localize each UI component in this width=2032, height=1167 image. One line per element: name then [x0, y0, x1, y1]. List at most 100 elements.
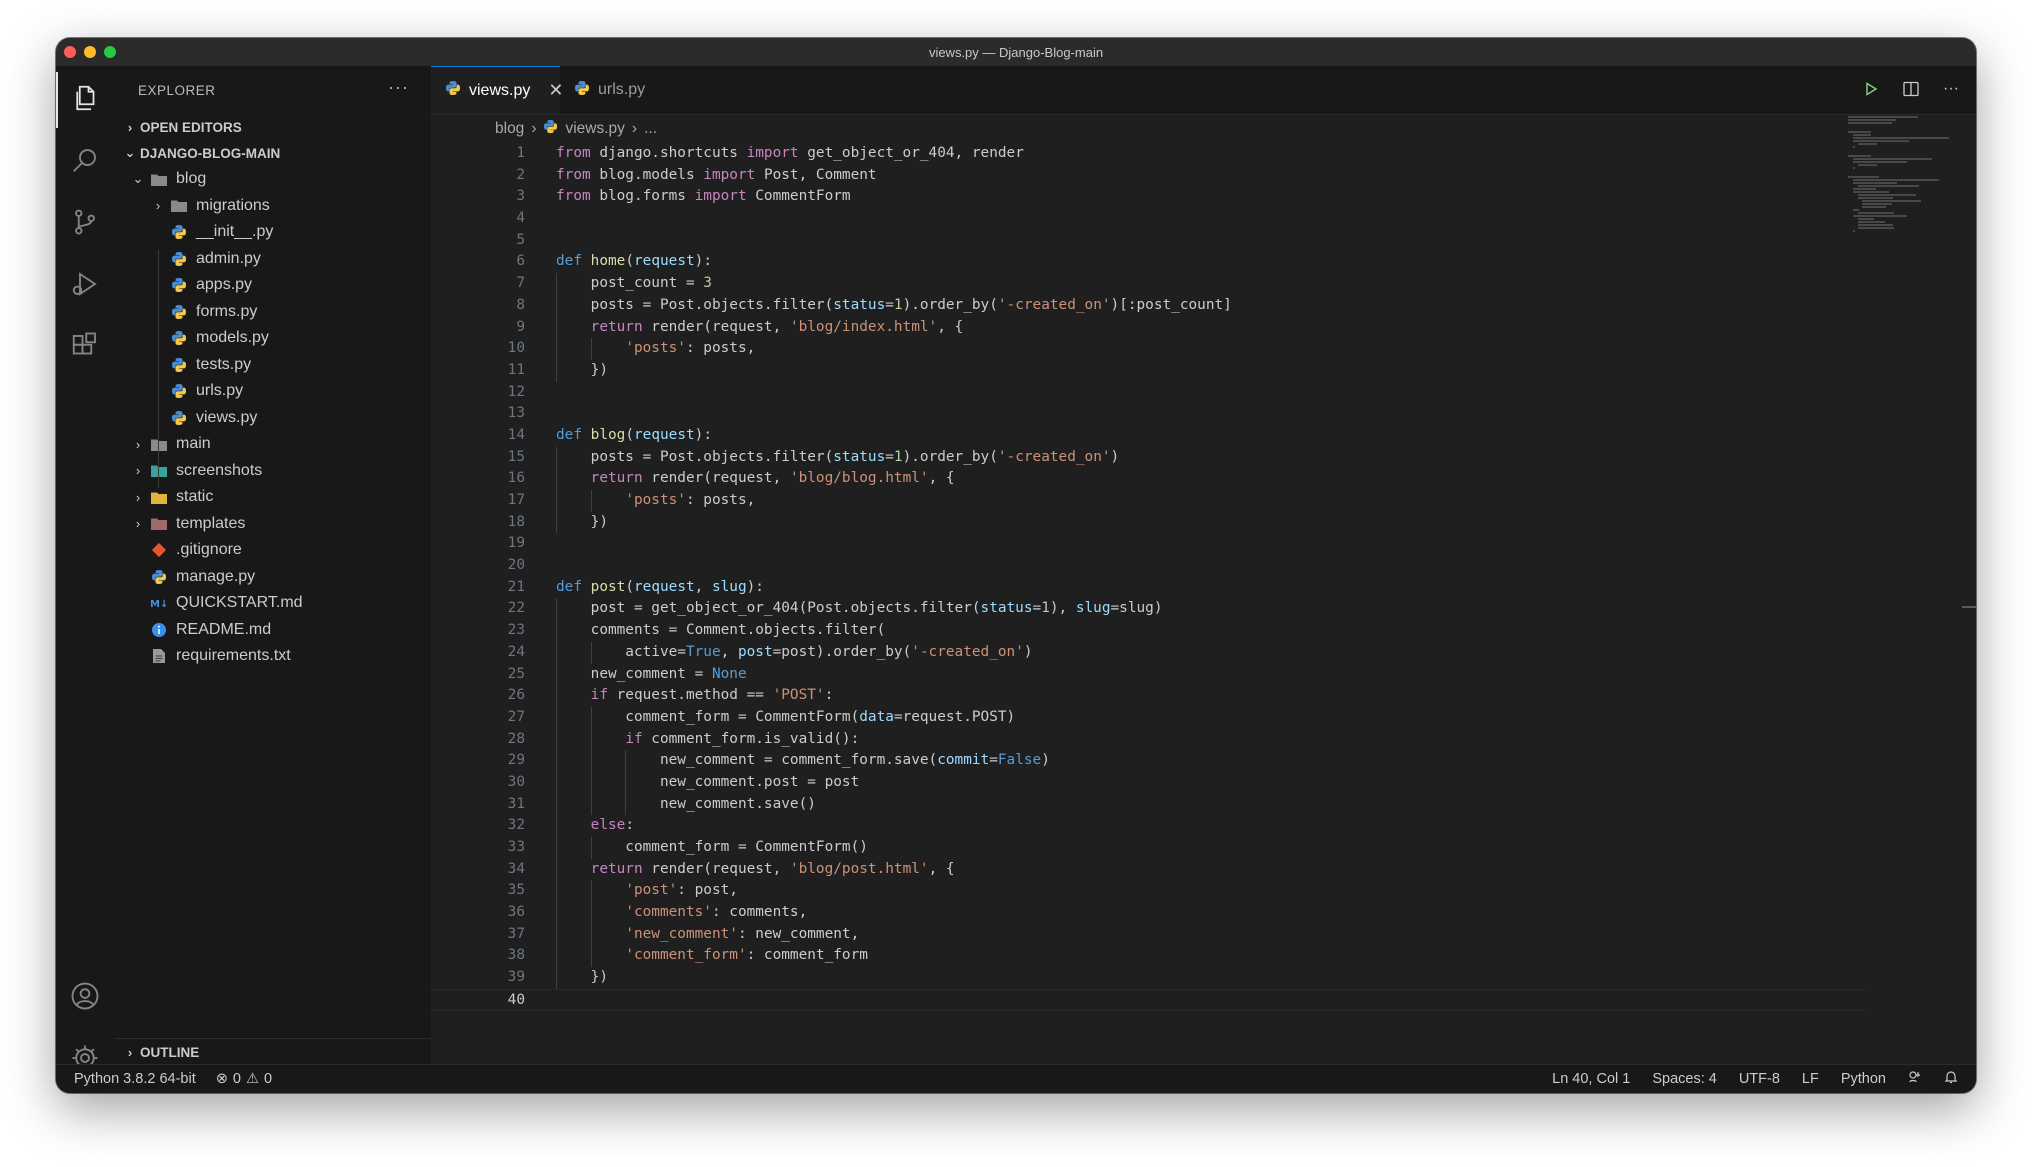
tree-item[interactable]: README.md [114, 617, 431, 644]
code-line[interactable]: 7 post_count = 3 [431, 273, 1866, 295]
tree-item[interactable]: __init__.py [114, 219, 431, 246]
code-line[interactable]: 28 if comment_form.is_valid(): [431, 728, 1866, 751]
minimap-line [1852, 140, 1909, 142]
code-line[interactable]: 25 new_comment = None [431, 663, 1866, 686]
code-line[interactable]: 40 [431, 988, 1866, 1011]
tree-item[interactable]: requirements.txt [114, 643, 431, 670]
code-line[interactable]: 16 return render(request, 'blog/blog.htm… [431, 468, 1866, 490]
tree-item[interactable]: › migrations [114, 193, 431, 220]
outline-section[interactable]: › OUTLINE [114, 1038, 437, 1065]
code-text: 'new_comment': new_comment, [625, 925, 860, 942]
code-line[interactable]: 27 comment_form = CommentForm(data=reque… [431, 706, 1866, 729]
minimap[interactable] [1848, 116, 1958, 232]
tree-item[interactable]: › main [114, 431, 431, 458]
code-line[interactable]: 36 'comments': comments, [431, 902, 1866, 924]
tree-item[interactable]: › templates [114, 511, 431, 538]
code-line[interactable]: 26 if request.method == 'POST': [431, 685, 1866, 707]
code-line[interactable]: 32 else: [431, 815, 1866, 837]
feedback-icon[interactable] [1908, 1070, 1922, 1088]
project-section[interactable]: ⌄ DJANGO-BLOG-MAIN [114, 140, 431, 166]
close-window-button[interactable] [64, 46, 76, 58]
code-line[interactable]: 35 'post': post, [431, 880, 1866, 903]
code-line[interactable]: 31 new_comment.save() [431, 793, 1866, 816]
run-debug-button[interactable] [56, 258, 114, 314]
indent-guide [556, 728, 557, 751]
tree-item[interactable]: ⌄ blog [114, 166, 431, 193]
problems-indicator[interactable]: ⊗ 0 ⚠ 0 [216, 1071, 272, 1087]
minimize-window-button[interactable] [84, 46, 96, 58]
code-line[interactable]: 18 }) [431, 511, 1866, 534]
open-editors-section[interactable]: › OPEN EDITORS [114, 114, 431, 140]
line-ending[interactable]: LF [1802, 1071, 1819, 1087]
code-line[interactable]: 24 active=True, post=post).order_by('-cr… [431, 641, 1866, 664]
breadcrumb-more[interactable]: ... [644, 120, 657, 138]
code-line[interactable]: 12 [431, 382, 1866, 404]
breadcrumb-file[interactable]: views.py [565, 120, 624, 138]
code-line[interactable]: 37 'new_comment': new_comment, [431, 923, 1866, 946]
code-line[interactable]: 30 new_comment.post = post [431, 771, 1866, 794]
tree-item[interactable]: .gitignore [114, 537, 431, 564]
notifications-bell-icon[interactable] [1944, 1070, 1958, 1088]
tree-item[interactable]: tests.py [114, 352, 431, 379]
explorer-button[interactable] [56, 72, 114, 128]
code-line[interactable]: 2 from blog.models import Post, Comment [431, 165, 1866, 187]
tree-item[interactable]: › static [114, 484, 431, 511]
split-editor-icon[interactable] [1900, 78, 1922, 100]
tree-item[interactable]: views.py [114, 405, 431, 432]
code-line[interactable]: 8 posts = Post.objects.filter(status=1).… [431, 294, 1866, 317]
code-line[interactable]: 38 'comment_form': comment_form [431, 945, 1866, 968]
code-line[interactable]: 15 posts = Post.objects.filter(status=1)… [431, 446, 1866, 469]
run-icon[interactable] [1860, 78, 1882, 100]
code-line[interactable]: 1 from django.shortcuts import get_object… [431, 143, 1866, 165]
tree-item-label: forms.py [196, 302, 258, 320]
tree-item[interactable]: manage.py [114, 564, 431, 591]
tree-item[interactable]: models.py [114, 325, 431, 352]
code-line[interactable]: 22 post = get_object_or_404(Post.objects… [431, 598, 1866, 621]
tree-item[interactable]: › screenshots [114, 458, 431, 485]
tab-urls-py[interactable]: urls.py [560, 66, 689, 114]
code-line[interactable]: 9 return render(request, 'blog/index.htm… [431, 316, 1866, 339]
search-button[interactable] [56, 134, 114, 190]
accounts-button[interactable] [56, 970, 114, 1026]
language-mode[interactable]: Python [1841, 1071, 1886, 1087]
code-line[interactable]: 5 [431, 230, 1866, 252]
code-line[interactable]: 13 [431, 403, 1866, 425]
code-line[interactable]: 3 from blog.forms import CommentForm [431, 186, 1866, 208]
indentation[interactable]: Spaces: 4 [1652, 1071, 1717, 1087]
source-control-button[interactable] [56, 196, 114, 252]
code-line[interactable]: 19 [431, 533, 1866, 555]
tree-item[interactable]: apps.py [114, 272, 431, 299]
extensions-button[interactable] [56, 320, 114, 376]
code-line[interactable]: 17 'posts': posts, [431, 490, 1866, 512]
line-number: 29 [507, 752, 525, 769]
code-line[interactable]: 34 return render(request, 'blog/post.htm… [431, 858, 1866, 881]
scrollbar-thumb[interactable] [1962, 606, 1976, 608]
tree-item[interactable]: urls.py [114, 378, 431, 405]
tab-views-py[interactable]: views.py ✕ [431, 66, 563, 114]
python-interpreter[interactable]: Python 3.8.2 64-bit [74, 1071, 196, 1087]
code-line[interactable]: 29 new_comment = comment_form.save(commi… [431, 750, 1866, 772]
code-line[interactable]: 20 [431, 555, 1866, 577]
tree-item[interactable]: admin.py [114, 246, 431, 273]
title-bar: views.py — Django-Blog-main [56, 38, 1976, 66]
more-actions-icon[interactable]: ··· [1940, 78, 1962, 100]
minimap-line [1857, 194, 1917, 196]
tree-item[interactable]: forms.py [114, 299, 431, 326]
code-line[interactable]: 6 def home(request): [431, 251, 1866, 273]
breadcrumb-folder[interactable]: blog [495, 120, 524, 138]
code-line[interactable]: 21 def post(request, slug): [431, 577, 1866, 599]
encoding[interactable]: UTF-8 [1739, 1071, 1780, 1087]
code-line[interactable]: 39 }) [431, 967, 1866, 989]
zoom-window-button[interactable] [104, 46, 116, 58]
explorer-more-actions[interactable]: ··· [388, 77, 409, 98]
code-line[interactable]: 23 comments = Comment.objects.filter( [431, 620, 1866, 642]
tree-item[interactable]: M↓ QUICKSTART.md [114, 590, 431, 617]
code-line[interactable]: 10 'posts': posts, [431, 338, 1866, 360]
indent-guide [556, 771, 557, 794]
code-line[interactable]: 14 def blog(request): [431, 425, 1866, 447]
cursor-position[interactable]: Ln 40, Col 1 [1552, 1071, 1630, 1087]
code-line[interactable]: 33 comment_form = CommentForm() [431, 837, 1866, 859]
code-line[interactable]: 11 }) [431, 359, 1866, 382]
code-editor[interactable]: 1 from django.shortcuts import get_object… [431, 143, 1866, 1023]
code-line[interactable]: 4 [431, 208, 1866, 230]
